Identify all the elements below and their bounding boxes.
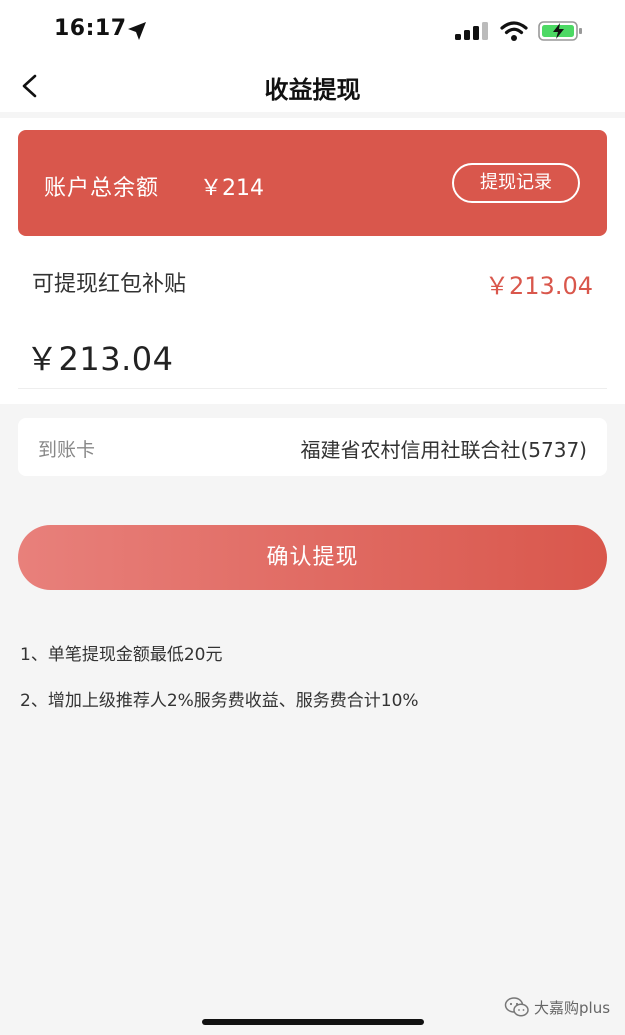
home-indicator — [202, 1019, 424, 1025]
bank-card-value: 福建省农村信用社联合社(5737) — [300, 438, 587, 462]
status-bar: 16:17 — [0, 0, 625, 62]
nav-bar: 收益提现 — [0, 62, 625, 112]
divider — [18, 388, 607, 389]
status-time: 16:17 — [54, 16, 127, 41]
withdraw-amount-input[interactable]: ￥213.04 — [26, 334, 173, 380]
balance-amount: ￥214 — [200, 176, 264, 201]
subsidy-label: 可提现红包补贴 — [32, 272, 187, 297]
wifi-icon — [500, 21, 528, 41]
confirm-withdraw-button[interactable]: 确认提现 — [18, 525, 607, 590]
wechat-icon — [504, 997, 529, 1017]
subsidy-amount: ￥213.04 — [485, 272, 593, 300]
bank-card-label: 到账卡 — [38, 439, 96, 461]
note-item: 2、增加上级推荐人2%服务费收益、服务费合计10% — [20, 691, 419, 711]
battery-charging-icon — [538, 21, 582, 41]
top-header: 16:17 收益提现 — [0, 0, 625, 112]
withdraw-record-button[interactable]: 提现记录 — [452, 163, 580, 203]
page-title: 收益提现 — [264, 76, 361, 104]
balance-label: 账户总余额 — [44, 176, 160, 201]
watermark-text: 大嘉购plus — [534, 999, 611, 1017]
bank-card-row[interactable]: 到账卡 福建省农村信用社联合社(5737) — [18, 418, 607, 476]
balance-card: 账户总余额 ￥214 提现记录 — [18, 130, 607, 236]
signal-icon — [455, 22, 488, 40]
location-arrow-icon — [128, 22, 146, 40]
watermark: 大嘉购plus — [504, 996, 614, 1020]
note-item: 1、单笔提现金额最低20元 — [20, 645, 223, 665]
